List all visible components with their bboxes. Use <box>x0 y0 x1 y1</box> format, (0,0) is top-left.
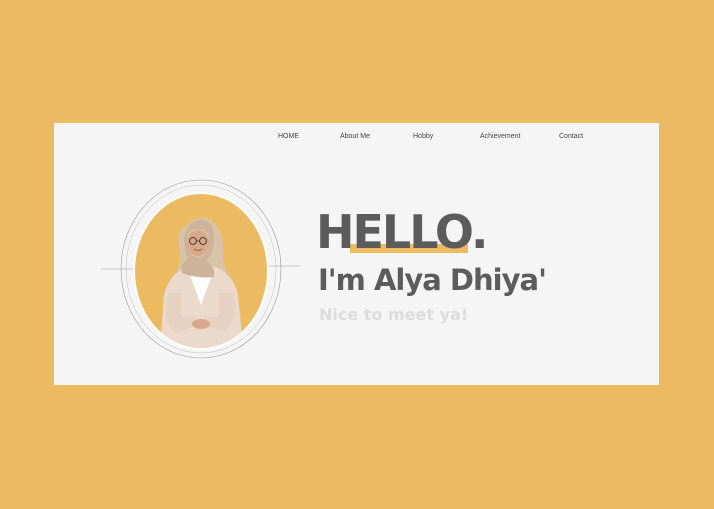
hero-tagline: Nice to meet ya! <box>319 305 469 324</box>
nav-home[interactable]: HOME <box>278 133 299 140</box>
person-portrait-icon <box>101 179 300 359</box>
nav-achievement[interactable]: Achievement <box>480 133 520 140</box>
hero-greeting: HELLO. <box>316 209 488 255</box>
nav-hobby[interactable]: Hobby <box>413 133 433 140</box>
greeting-text: HELLO. <box>316 205 488 259</box>
profile-portrait <box>98 175 304 365</box>
hero-card: HOME About Me Hobby Achievement Contact <box>54 123 659 385</box>
top-nav: HOME About Me Hobby Achievement Contact <box>54 133 659 147</box>
hero-name: I'm Alya Dhiya' <box>318 263 547 297</box>
nav-about-me[interactable]: About Me <box>340 133 370 140</box>
nav-contact[interactable]: Contact <box>559 133 583 140</box>
